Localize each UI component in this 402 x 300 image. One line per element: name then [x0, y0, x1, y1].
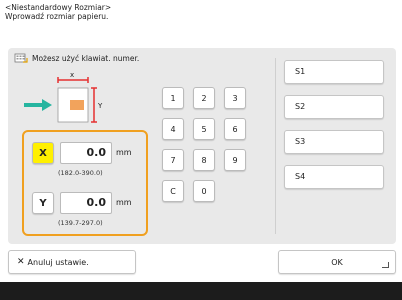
y-axis-label: Y [97, 102, 103, 110]
key-5[interactable]: 5 [193, 118, 215, 140]
panel-divider [275, 58, 276, 234]
key-clear[interactable]: C [162, 180, 184, 202]
y-range: (139.7-297.0) [58, 219, 103, 227]
saved-size-s2-button[interactable]: S2 [284, 95, 384, 119]
hint-text: Możesz użyć klawiat. numer. [32, 53, 140, 63]
y-axis-button[interactable]: Y [32, 192, 54, 214]
y-unit: mm [116, 198, 132, 207]
key-9[interactable]: 9 [224, 149, 246, 171]
feed-arrow-icon [24, 99, 52, 111]
screen-subtitle: Wprowadź rozmiar papieru. [5, 12, 109, 21]
key-8[interactable]: 8 [193, 149, 215, 171]
paper-size-diagram: x Y [24, 71, 103, 123]
hand-icon [70, 100, 84, 110]
x-unit: mm [116, 148, 132, 157]
ok-label: OK [331, 257, 343, 267]
x-axis-button[interactable]: X [32, 142, 54, 164]
key-6[interactable]: 6 [224, 118, 246, 140]
saved-size-s4-button[interactable]: S4 [284, 165, 384, 189]
key-1[interactable]: 1 [162, 87, 184, 109]
y-size-field[interactable]: 0.0 [60, 192, 112, 214]
saved-size-s3-button[interactable]: S3 [284, 130, 384, 154]
bottom-status-bar [0, 282, 402, 300]
screen-header: <Niestandardowy Rozmiar> Wprowadź rozmia… [5, 3, 111, 21]
ok-button[interactable]: OK [278, 250, 396, 274]
key-7[interactable]: 7 [162, 149, 184, 171]
x-axis-label: x [70, 71, 74, 79]
hint-row: Możesz użyć klawiat. numer. [14, 52, 139, 64]
key-4[interactable]: 4 [162, 118, 184, 140]
x-size-field[interactable]: 0.0 [60, 142, 112, 164]
cancel-label: Anuluj ustawie. [27, 257, 89, 267]
cancel-settings-button[interactable]: ✕ Anuluj ustawie. [8, 250, 136, 274]
keyboard-icon [14, 53, 28, 63]
key-3[interactable]: 3 [224, 87, 246, 109]
dimension-input-group: X 0.0 mm (182.0-390.0) Y 0.0 mm (139.7-2… [22, 130, 148, 236]
close-icon: ✕ [17, 257, 25, 267]
saved-size-s1-button[interactable]: S1 [284, 60, 384, 84]
x-range: (182.0-390.0) [58, 169, 103, 177]
screen-title: <Niestandardowy Rozmiar> [5, 3, 112, 12]
enter-corner-icon [382, 262, 389, 268]
key-2[interactable]: 2 [193, 87, 215, 109]
key-0[interactable]: 0 [193, 180, 215, 202]
